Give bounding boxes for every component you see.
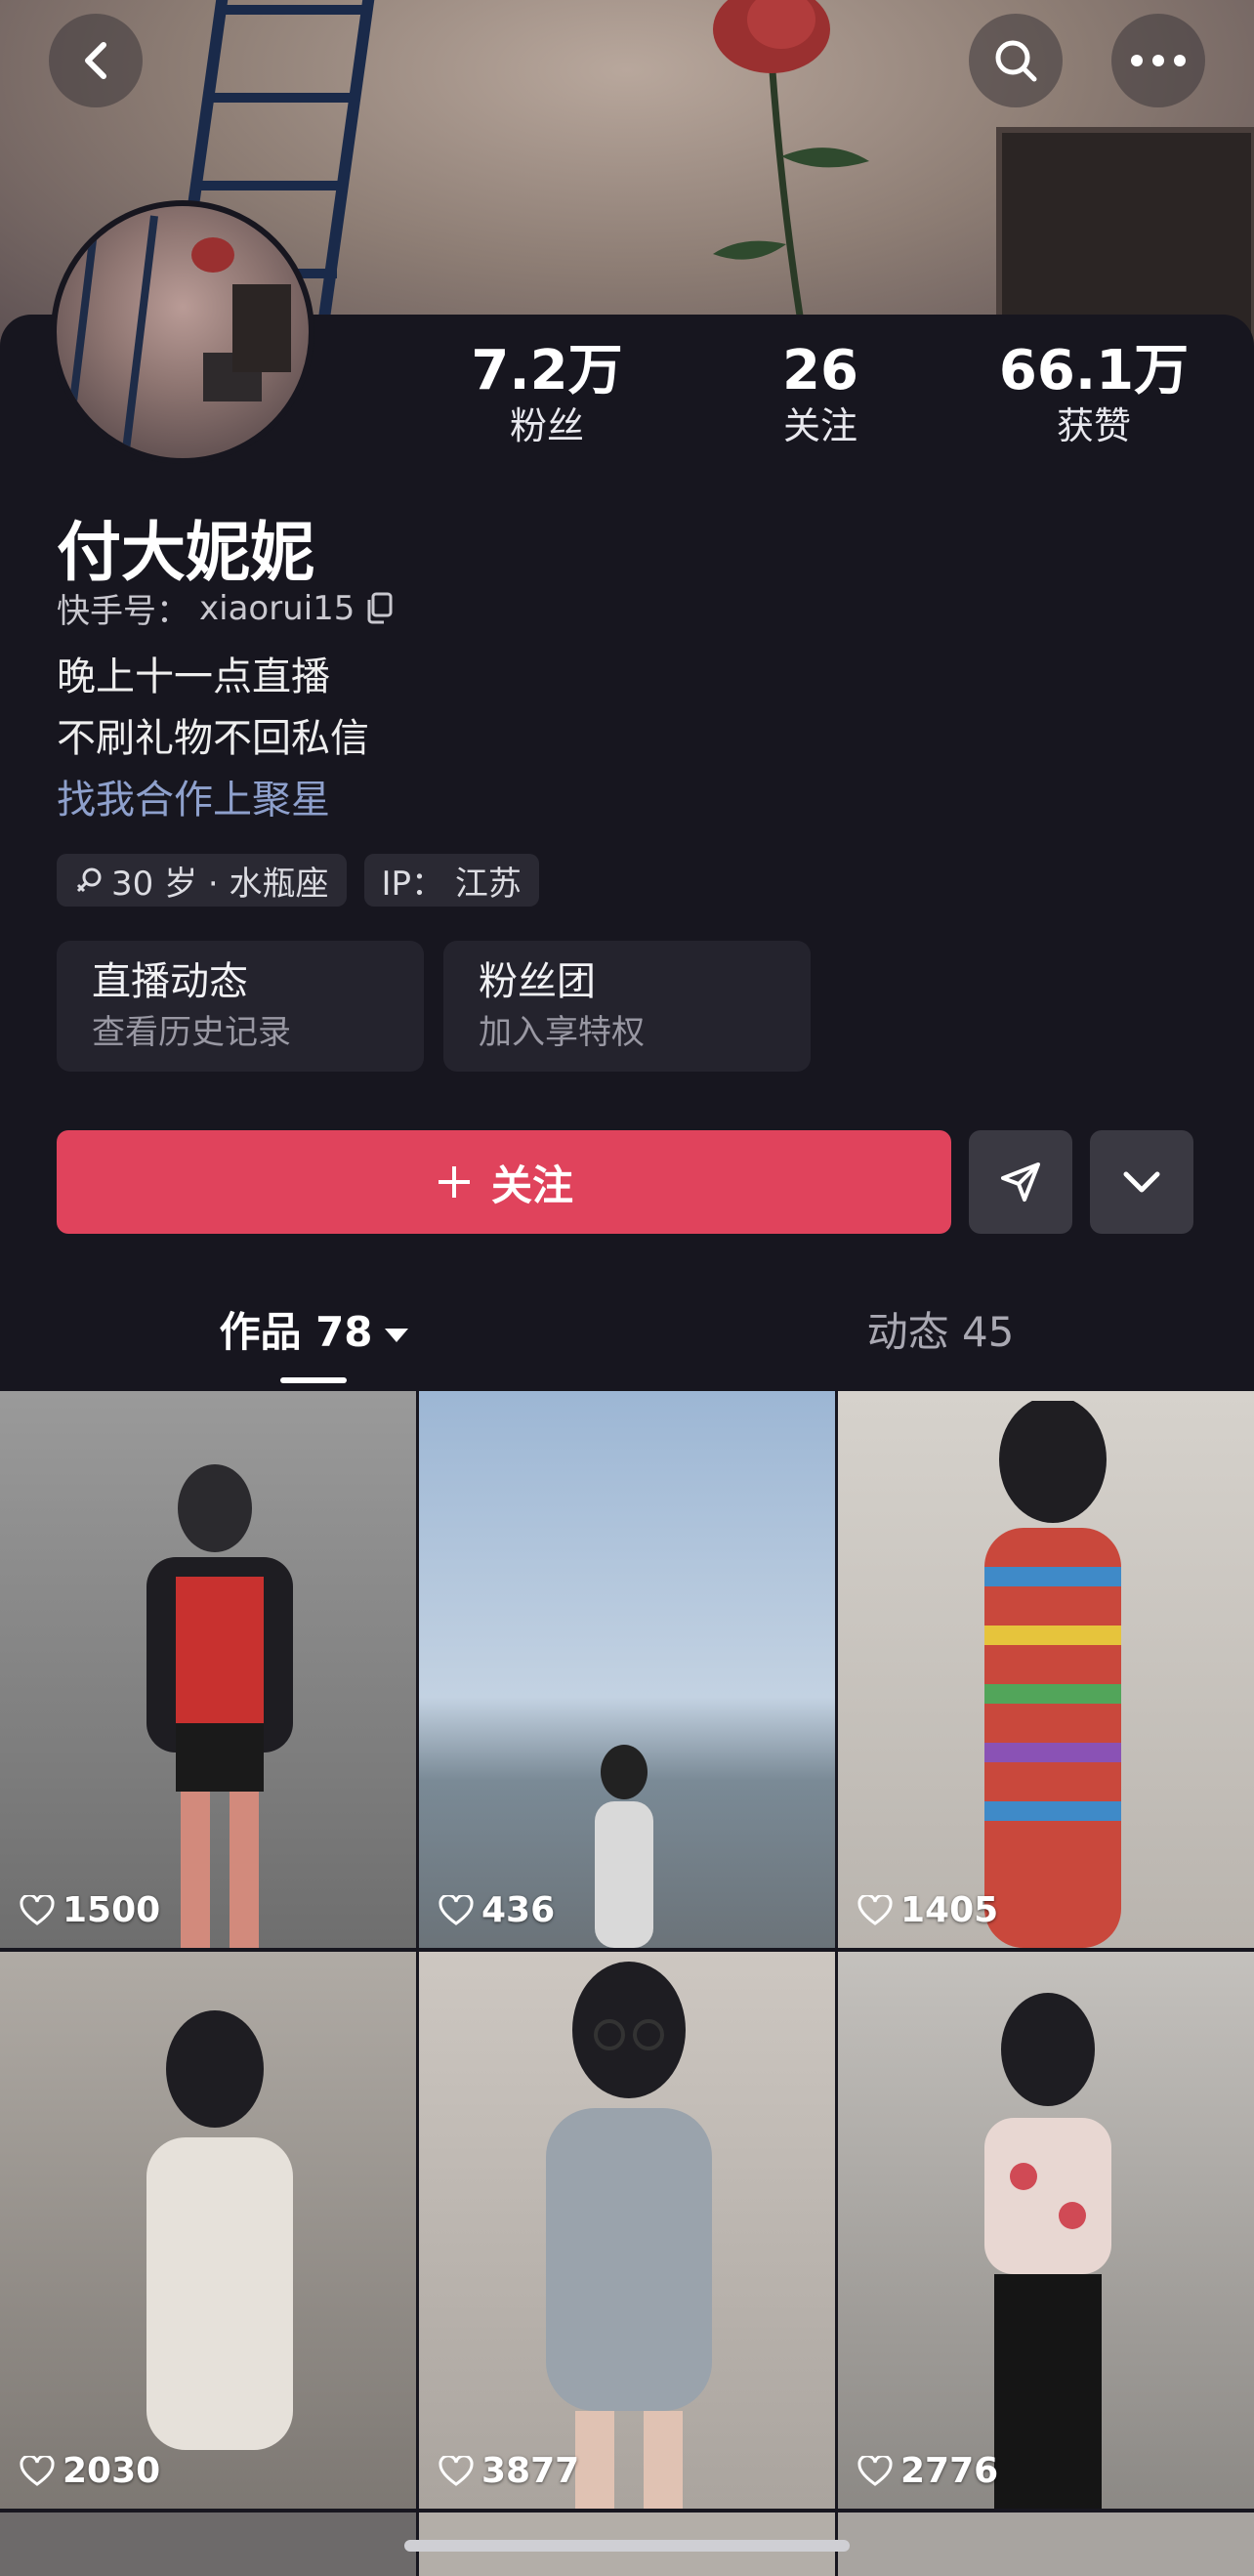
- post-likes-count: 436: [481, 1890, 556, 1930]
- post-image: [146, 2010, 293, 2450]
- share-button[interactable]: [969, 1130, 1072, 1234]
- post-image: [546, 1962, 712, 2509]
- entry-title: 直播动态: [92, 959, 248, 1004]
- bio-line: 晚上十一点直播: [57, 655, 330, 699]
- post-image: [146, 1464, 293, 1948]
- stat-value: 7.2万: [471, 339, 623, 402]
- stat-label: 获赞: [1056, 404, 1131, 447]
- stat-value: 66.1万: [998, 339, 1190, 402]
- profile-stats: 7.2万 粉丝 26 关注 66.1万 获赞: [410, 340, 1231, 449]
- tag-ip: IP： 江苏: [363, 854, 539, 907]
- heart-icon: [857, 2455, 893, 2486]
- back-button[interactable]: [49, 14, 143, 107]
- profile-name: 付大妮妮: [57, 515, 314, 590]
- post-thumbnail[interactable]: [838, 2513, 1254, 2576]
- profile-tags: 30 岁 · 水瓶座 IP： 江苏: [57, 854, 539, 907]
- post-image: [984, 1993, 1111, 2509]
- fan-club-entry[interactable]: 粉丝团 加入享特权: [443, 941, 811, 1072]
- post-image: [984, 1401, 1121, 1948]
- kuaishou-id-label: 快手号：: [57, 592, 189, 631]
- entry-subtitle: 查看历史记录: [92, 1013, 291, 1052]
- avatar[interactable]: [51, 200, 314, 464]
- post-likes: 436: [439, 1890, 555, 1930]
- chevron-down-icon: [1123, 1171, 1160, 1193]
- post-likes: 2030: [20, 2451, 160, 2491]
- kuaishou-id: 快手号： xiaorui15: [57, 584, 394, 632]
- chevron-left-icon: [85, 42, 106, 79]
- post-thumbnail[interactable]: 2776: [838, 1952, 1254, 2509]
- tag-age: 30 岁 · 水瓶座: [57, 854, 347, 907]
- bio-link[interactable]: 找我合作上聚星: [57, 770, 369, 831]
- content-tabs: 作品 78 动态 45: [0, 1289, 1254, 1387]
- more-horizontal-icon: [1131, 55, 1186, 66]
- cover-rose-illustration: [713, 0, 869, 322]
- stat-value: 26: [782, 339, 858, 402]
- stat-likes[interactable]: 66.1万 获赞: [957, 340, 1231, 449]
- entry-title: 粉丝团: [479, 959, 596, 1004]
- post-likes: 3877: [439, 2451, 579, 2491]
- cover-window: [996, 127, 1254, 344]
- post-likes-count: 2776: [900, 2451, 999, 2491]
- tag-ip-text: IP： 江苏: [381, 864, 522, 904]
- live-activity-entry[interactable]: 直播动态 查看历史记录: [57, 941, 424, 1072]
- follow-button[interactable]: 关注: [57, 1130, 951, 1234]
- profile-bio: 晚上十一点直播 不刷礼物不回私信 找我合作上聚星: [57, 647, 369, 831]
- posts-grid: 1500 436 1405 2030 3877 2776: [0, 1391, 1254, 2509]
- copy-icon[interactable]: [364, 592, 394, 625]
- stat-followers[interactable]: 7.2万 粉丝: [410, 340, 684, 449]
- tab-works[interactable]: 作品 78: [0, 1289, 627, 1387]
- profile-entries: 直播动态 查看历史记录 粉丝团 加入享特权: [57, 941, 811, 1072]
- avatar-image: [63, 215, 291, 458]
- home-indicator[interactable]: [404, 2540, 850, 2552]
- heart-icon: [20, 2455, 55, 2486]
- tag-age-text: 30 岁 · 水瓶座: [111, 864, 329, 904]
- female-gender-icon: [76, 867, 102, 893]
- stat-label: 粉丝: [509, 404, 584, 447]
- search-button[interactable]: [969, 14, 1063, 107]
- heart-icon: [857, 1894, 893, 1925]
- caret-down-icon: [384, 1328, 408, 1342]
- tab-label: 动态 45: [866, 1308, 1015, 1356]
- stat-following[interactable]: 26 关注: [684, 340, 957, 449]
- post-likes-count: 3877: [481, 2451, 580, 2491]
- post-thumbnail[interactable]: 3877: [419, 1952, 835, 2509]
- tab-active-indicator: [280, 1377, 347, 1383]
- entry-subtitle: 加入享特权: [479, 1013, 645, 1052]
- post-likes-count: 2030: [63, 2451, 161, 2491]
- post-likes: 2776: [857, 2451, 998, 2491]
- follow-label: 关注: [490, 1161, 573, 1209]
- post-likes-count: 1405: [900, 1890, 999, 1930]
- post-likes: 1405: [857, 1890, 998, 1930]
- post-thumbnail[interactable]: 436: [419, 1391, 835, 1948]
- search-icon: [995, 40, 1037, 82]
- heart-icon: [20, 1894, 55, 1925]
- post-thumbnail[interactable]: 2030: [0, 1952, 416, 2509]
- heart-icon: [439, 2455, 474, 2486]
- more-button[interactable]: [1111, 14, 1205, 107]
- kuaishou-id-value: xiaorui15: [199, 588, 355, 628]
- post-likes: 1500: [20, 1890, 160, 1930]
- tab-moments[interactable]: 动态 45: [627, 1289, 1254, 1387]
- bio-line: 不刷礼物不回私信: [57, 716, 369, 761]
- heart-icon: [439, 1894, 474, 1925]
- profile-actions: 关注: [57, 1130, 1193, 1234]
- post-image: [595, 1745, 653, 1948]
- post-thumbnail[interactable]: 1500: [0, 1391, 416, 1948]
- plus-icon: [438, 1166, 470, 1198]
- post-thumbnail[interactable]: [0, 2513, 416, 2576]
- post-thumbnail[interactable]: 1405: [838, 1391, 1254, 1948]
- tab-label: 作品 78: [219, 1308, 373, 1356]
- post-likes-count: 1500: [63, 1890, 161, 1930]
- send-icon: [1001, 1162, 1040, 1202]
- more-options-button[interactable]: [1090, 1130, 1193, 1234]
- stat-label: 关注: [782, 404, 857, 447]
